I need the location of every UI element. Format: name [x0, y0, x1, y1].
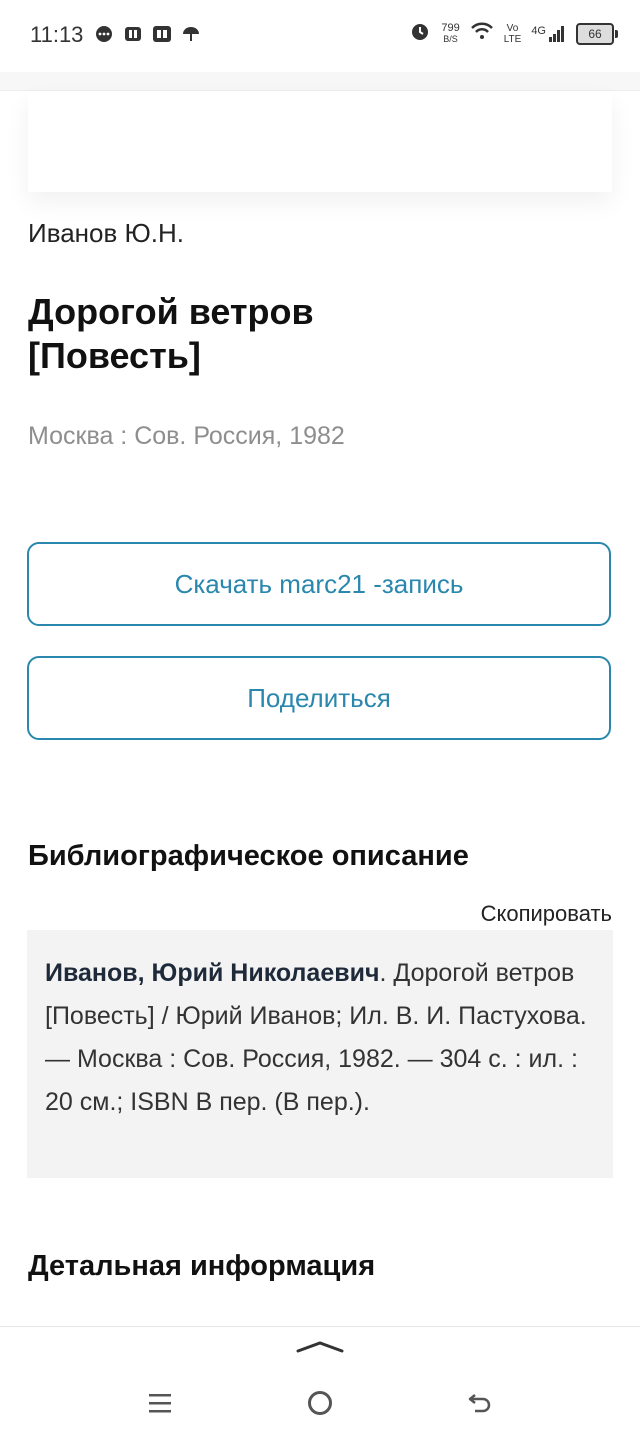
- network-speed-unit: B/S: [443, 33, 458, 44]
- bibliography-heading: Библиографическое описание: [28, 840, 469, 872]
- details-heading: Детальная информация: [28, 1250, 376, 1282]
- wifi-icon: [470, 21, 494, 46]
- network-type: 4G: [531, 24, 546, 37]
- book-app-icon: [152, 24, 172, 49]
- network-speed: 799 B/S: [441, 21, 460, 45]
- volte-bottom: LTE: [503, 33, 522, 45]
- signal-icon: 4G: [531, 25, 566, 43]
- network-speed-value: 799: [441, 21, 460, 34]
- battery-icon: 66: [576, 22, 618, 45]
- copy-button[interactable]: Скопировать: [481, 901, 612, 927]
- bibliography-author: Иванов, Юрий Николаевич: [45, 959, 380, 987]
- notification-icons: [94, 24, 201, 49]
- book-title-line1: Дорогой ветров: [28, 291, 314, 332]
- book-cover-card: [28, 92, 612, 192]
- book-author[interactable]: Иванов Ю.Н.: [28, 218, 184, 249]
- system-navigation-bar: [0, 1326, 640, 1434]
- book-title: Дорогой ветров [Повесть]: [28, 290, 588, 378]
- alarm-icon: [409, 20, 431, 47]
- chevron-up-icon[interactable]: [296, 1337, 344, 1357]
- system-status-icons: 799 B/S Vo LTE 4G 66: [409, 20, 618, 47]
- back-icon[interactable]: [460, 1383, 500, 1423]
- book-publisher: Москва : Сов. Россия, 1982: [28, 422, 345, 450]
- volte-indicator: Vo LTE: [504, 23, 522, 45]
- volte-top: Vo: [506, 22, 519, 34]
- status-time: 11:13: [30, 22, 84, 47]
- book-title-line2: [Повесть]: [28, 335, 201, 376]
- app-notification-icon: [123, 24, 143, 49]
- home-icon[interactable]: [300, 1383, 340, 1423]
- status-bar: 11:13 799 B/S Vo LTE 4G 66: [0, 0, 640, 72]
- chat-bubble-icon: [94, 24, 114, 49]
- download-marc21-button[interactable]: Скачать marc21 -запись: [27, 542, 611, 626]
- menu-icon[interactable]: [140, 1383, 180, 1423]
- umbrella-icon: [181, 24, 201, 49]
- share-button[interactable]: Поделиться: [27, 656, 611, 740]
- bibliography-text: Иванов, Юрий Николаевич. Дорогой ветров …: [27, 930, 613, 1178]
- header-strip: [0, 72, 640, 91]
